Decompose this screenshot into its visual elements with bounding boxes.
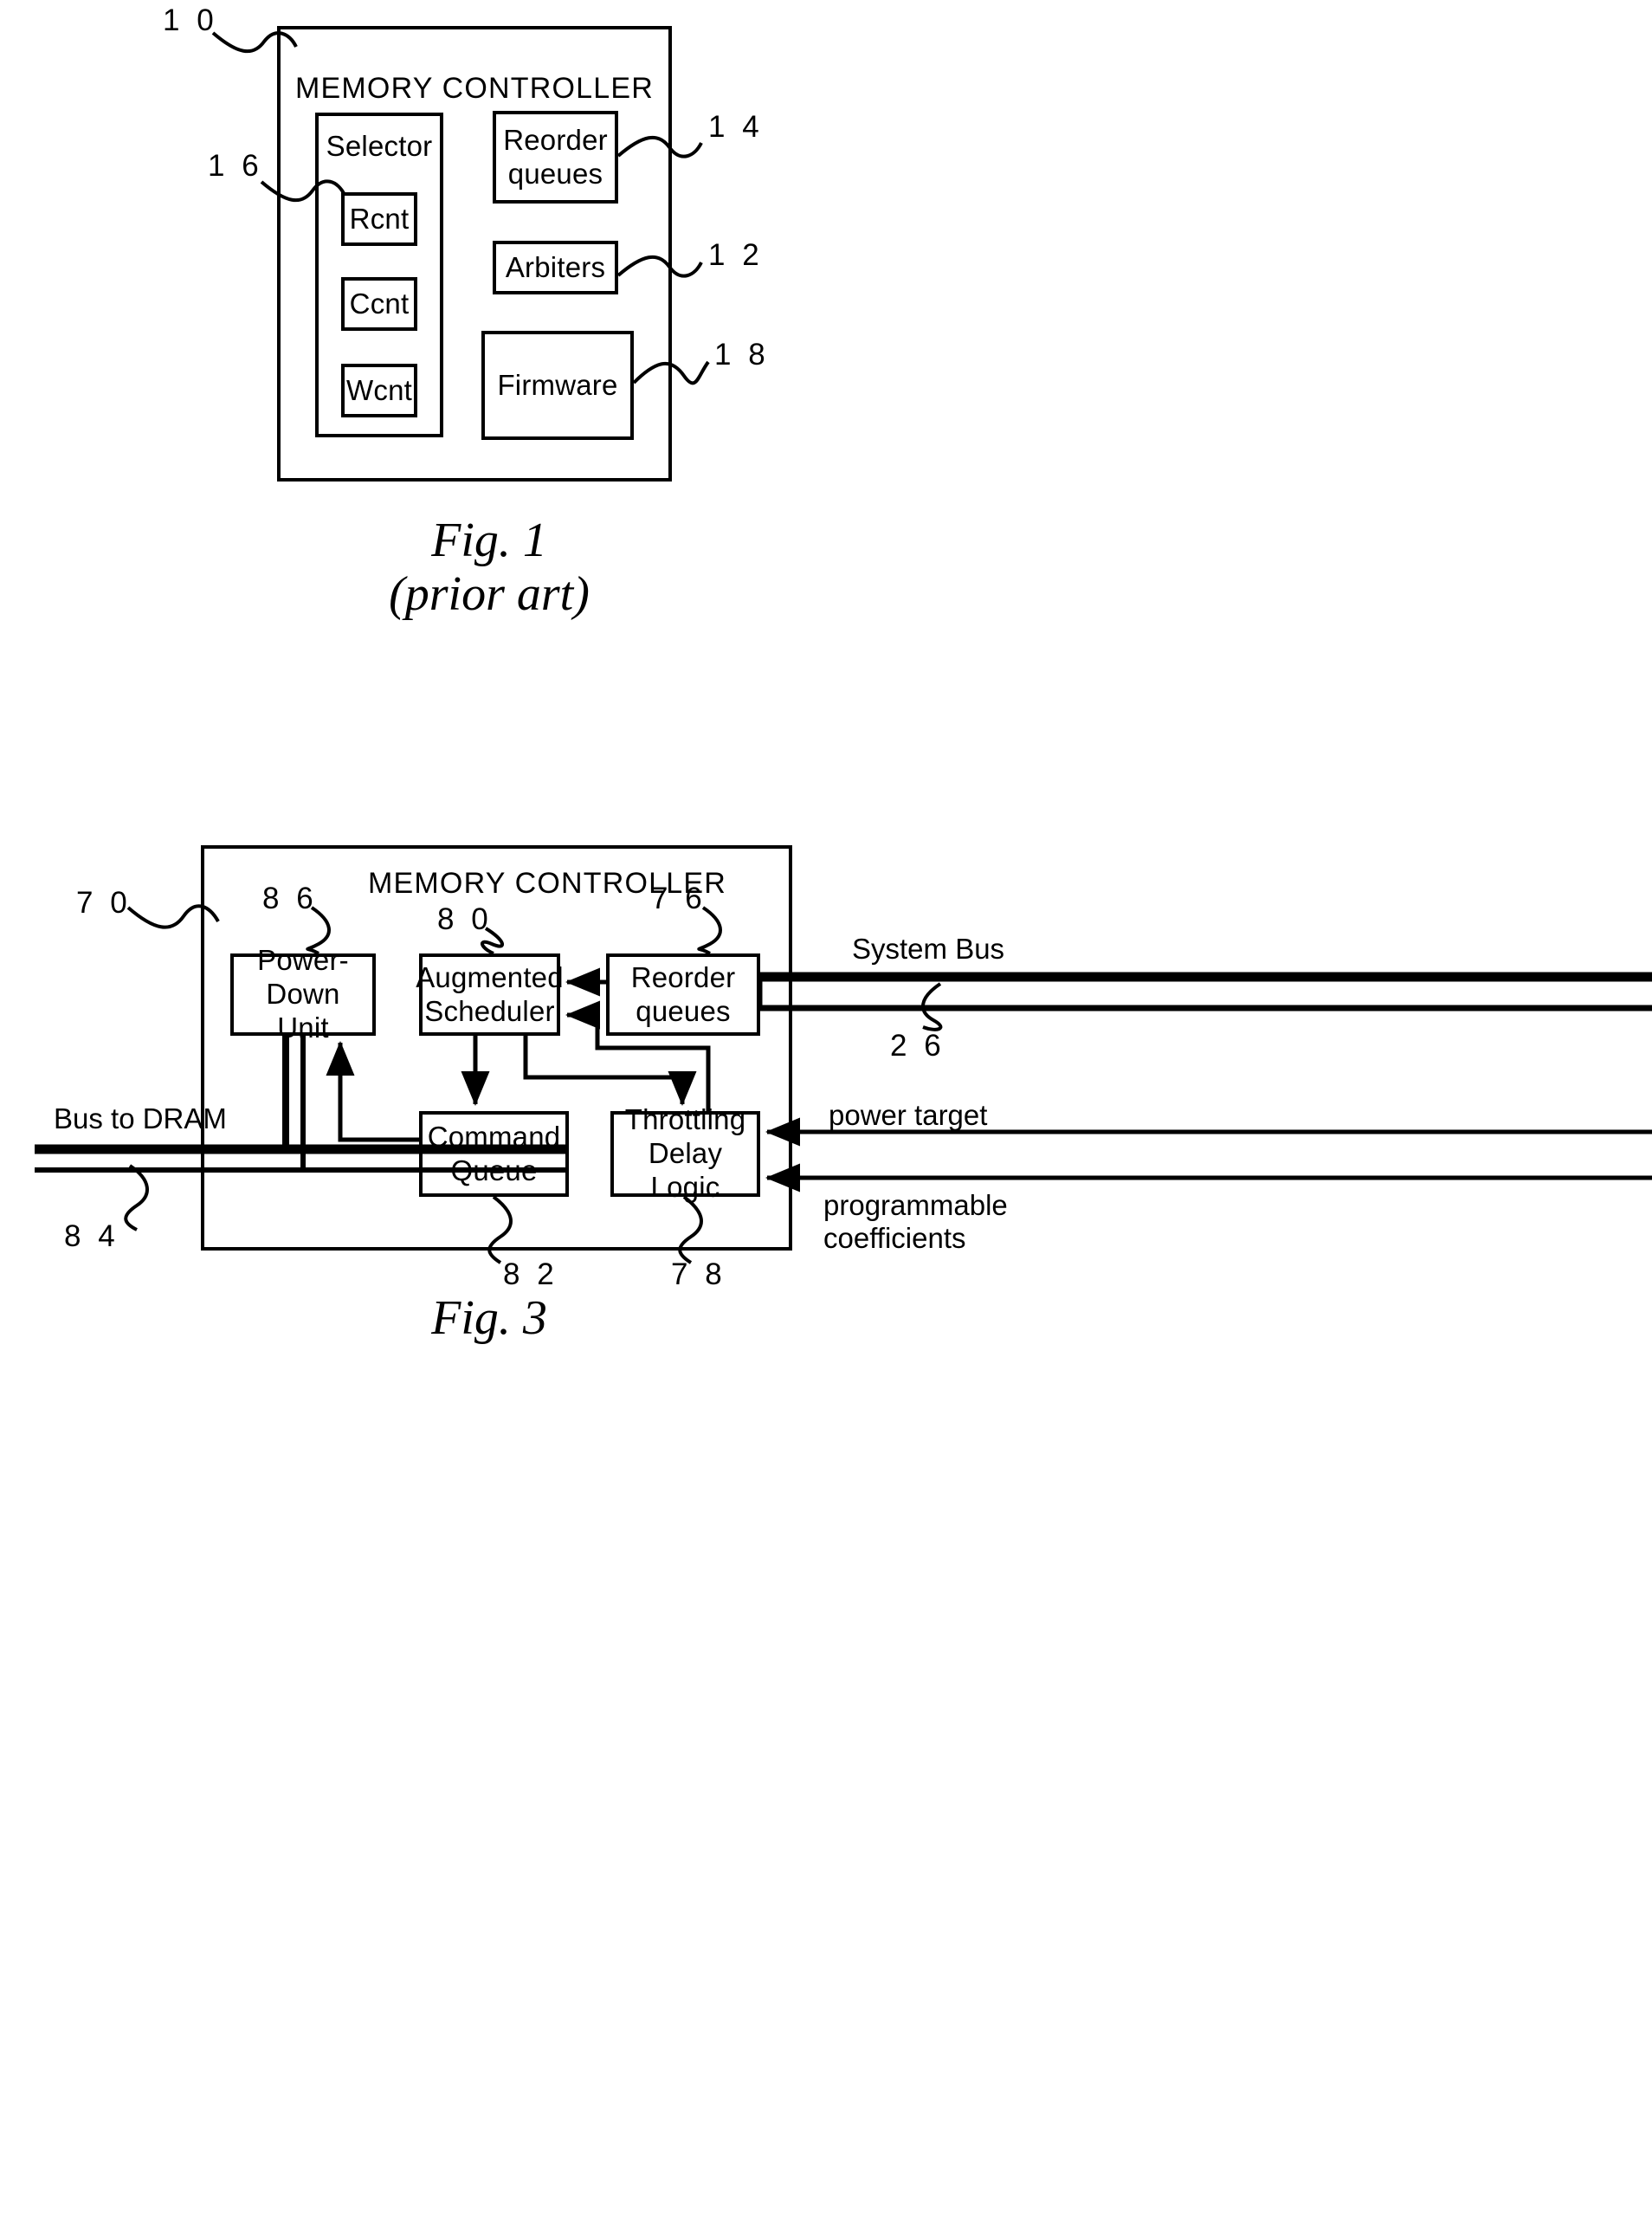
fig1-ref-10: 1 0 xyxy=(163,3,218,37)
fig1-rcnt-label: Rcnt xyxy=(349,202,410,235)
fig1-wcnt-block: Wcnt xyxy=(341,364,417,417)
fig1-memory-controller-title: MEMORY CONTROLLER xyxy=(295,72,654,105)
fig3-augmented-scheduler-label-line2: Scheduler xyxy=(424,994,555,1027)
fig1-arbiters-label: Arbiters xyxy=(505,250,606,283)
fig1-selector-label: Selector xyxy=(326,130,433,162)
fig3-throttling-delay-logic-block: Throttling Delay Logic xyxy=(610,1103,760,1203)
fig1-ref-18: 1 8 xyxy=(714,338,770,372)
fig3-ref-86: 8 6 xyxy=(262,882,318,915)
fig3-programmable-coefficients-label-line1: programmable xyxy=(823,1189,1008,1221)
fig3-leader-26 xyxy=(921,982,943,1031)
fig3-ref-82: 8 2 xyxy=(503,1257,558,1291)
fig1-ref-16: 1 6 xyxy=(208,149,263,183)
fig3-leader-84 xyxy=(124,1164,149,1231)
fig3-caption: Fig. 3 xyxy=(431,1291,547,1345)
fig1-ref-14: 1 4 xyxy=(708,110,764,144)
fig3-reorder-queues-label-line2: queues xyxy=(636,994,731,1027)
fig3-power-down-unit-label-line2: Unit xyxy=(277,1011,329,1044)
fig3-ref-84: 8 4 xyxy=(64,1219,119,1253)
fig1-firmware-block: Firmware xyxy=(481,331,634,440)
fig3-ref-80: 8 0 xyxy=(437,902,493,936)
fig3-command-queue-label-line1: Command xyxy=(427,1120,561,1153)
fig3-bus-to-dram-label: Bus to DRAM xyxy=(54,1102,227,1134)
fig1-wcnt-label: Wcnt xyxy=(346,373,412,406)
fig1-firmware-label: Firmware xyxy=(497,368,618,401)
fig3-command-queue-label-line2: Queue xyxy=(450,1154,538,1186)
fig1-arbiters-block: Arbiters xyxy=(493,241,618,294)
fig3-power-target-label: power target xyxy=(829,1099,988,1131)
fig1-ccnt-block: Ccnt xyxy=(341,277,417,331)
fig1-rcnt-block: Rcnt xyxy=(341,192,417,246)
fig3-programmable-coefficients-label-line2: coefficients xyxy=(823,1222,966,1254)
patent-drawing-sheet: MEMORY CONTROLLER 1 0 Selector 1 6 Rcnt … xyxy=(0,0,1652,2217)
fig1-reorder-queues-label-line2: queues xyxy=(507,157,603,190)
fig3-reorder-queues-label-line1: Reorder xyxy=(630,960,736,993)
fig3-command-queue-block: Command Queue xyxy=(419,1111,569,1197)
fig1-caption-line2: (prior art) xyxy=(389,567,590,621)
fig3-augmented-scheduler-label-line1: Augmented xyxy=(416,960,564,993)
fig3-ref-78: 7 8 xyxy=(671,1257,726,1291)
fig3-system-bus-label: System Bus xyxy=(852,933,1005,965)
fig3-ref-26: 2 6 xyxy=(890,1029,945,1063)
fig3-reorder-queues-block: Reorder queues xyxy=(606,953,760,1036)
fig1-caption-line1: Fig. 1 xyxy=(431,514,547,567)
fig1-ccnt-label: Ccnt xyxy=(349,287,410,320)
fig1-reorder-queues-block: Reorder queues xyxy=(493,111,618,204)
fig3-power-down-unit-label-line1: Power-Down xyxy=(257,944,349,1011)
fig1-ref-12: 1 2 xyxy=(708,238,764,272)
fig3-ref-76: 7 6 xyxy=(651,882,707,915)
fig3-augmented-scheduler-block: Augmented Scheduler xyxy=(416,953,564,1036)
fig3-power-down-unit-block: Power-Down Unit xyxy=(230,944,376,1044)
fig1-reorder-queues-label-line1: Reorder xyxy=(503,123,608,156)
fig3-throttling-delay-logic-label-line1: Throttling xyxy=(624,1103,746,1136)
fig3-throttling-delay-logic-label-line2: Delay Logic xyxy=(648,1137,723,1203)
fig3-ref-70: 7 0 xyxy=(76,886,132,920)
